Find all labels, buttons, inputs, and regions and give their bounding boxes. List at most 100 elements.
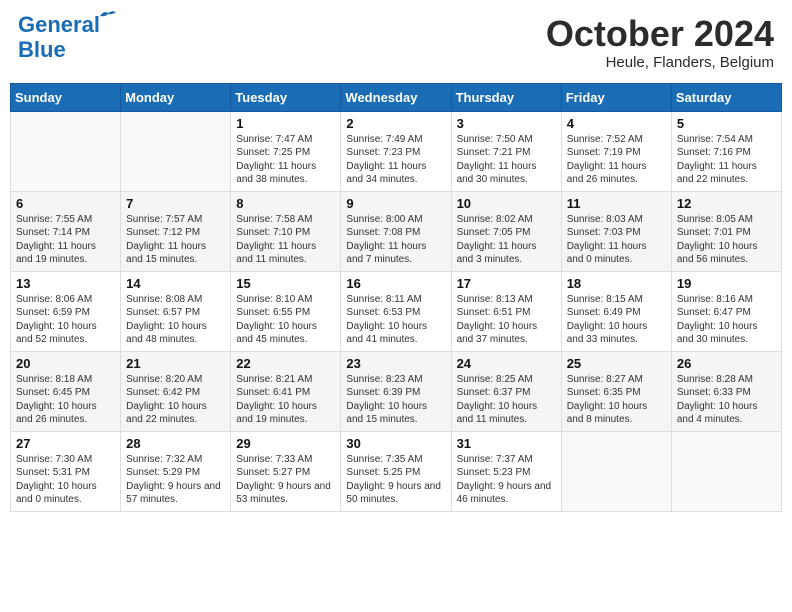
calendar-cell: 19Sunrise: 8:16 AM Sunset: 6:47 PM Dayli…	[671, 271, 781, 351]
calendar-cell: 11 Sunrise: 8:03 AM Sunset: 7:03 PM Dayli…	[561, 191, 671, 271]
logo-blue-text: Blue	[18, 39, 66, 61]
day-info: Sunrise: 7:35 AM Sunset: 5:25 PM Dayligh…	[346, 453, 445, 507]
calendar-cell: 24 Sunrise: 8:25 AM Sunset: 6:37 PM Dayli…	[451, 351, 561, 431]
day-info: Sunrise: 7:37 AM Sunset: 5:23 PM Dayligh…	[457, 453, 556, 507]
day-number: 30	[346, 436, 445, 451]
day-number: 11	[567, 196, 666, 211]
calendar-cell: 26 Sunrise: 8:28 AM Sunset: 6:33 PM Dayli…	[671, 351, 781, 431]
day-number: 29	[236, 436, 335, 451]
calendar-cell: 20 Sunrise: 8:18 AM Sunset: 6:45 PM Dayli…	[11, 351, 121, 431]
day-number: 4	[567, 116, 666, 131]
day-info: Sunrise: 7:55 AM Sunset: 7:14 PM Dayligh…	[16, 213, 115, 267]
calendar-cell: 23Sunrise: 8:23 AM Sunset: 6:39 PM Dayli…	[341, 351, 451, 431]
day-number: 28	[126, 436, 225, 451]
calendar-cell: 2Sunrise: 7:49 AM Sunset: 7:23 PM Daylig…	[341, 111, 451, 191]
day-info: Sunrise: 8:27 AM Sunset: 6:35 PM Dayligh…	[567, 373, 666, 427]
day-number: 1	[236, 116, 335, 131]
calendar-cell	[561, 431, 671, 511]
calendar-week-row: 27Sunrise: 7:30 AM Sunset: 5:31 PM Dayli…	[11, 431, 782, 511]
day-info: Sunrise: 7:54 AM Sunset: 7:16 PM Dayligh…	[677, 133, 776, 187]
day-number: 22	[236, 356, 335, 371]
calendar-cell	[11, 111, 121, 191]
day-number: 18	[567, 276, 666, 291]
logo-bird-icon	[98, 8, 118, 24]
calendar-cell: 7Sunrise: 7:57 AM Sunset: 7:12 PM Daylig…	[121, 191, 231, 271]
day-number: 25	[567, 356, 666, 371]
day-number: 15	[236, 276, 335, 291]
calendar-cell: 31 Sunrise: 7:37 AM Sunset: 5:23 PM Dayli…	[451, 431, 561, 511]
day-info: Sunrise: 8:15 AM Sunset: 6:49 PM Dayligh…	[567, 293, 666, 347]
day-info: Sunrise: 8:23 AM Sunset: 6:39 PM Dayligh…	[346, 373, 445, 427]
calendar-cell: 10Sunrise: 8:02 AM Sunset: 7:05 PM Dayli…	[451, 191, 561, 271]
weekday-header: Monday	[121, 83, 231, 111]
month-title: October 2024	[546, 14, 774, 54]
weekday-header: Thursday	[451, 83, 561, 111]
day-info: Sunrise: 8:21 AM Sunset: 6:41 PM Dayligh…	[236, 373, 335, 427]
weekday-header: Friday	[561, 83, 671, 111]
day-number: 31	[457, 436, 556, 451]
calendar-cell: 30 Sunrise: 7:35 AM Sunset: 5:25 PM Dayli…	[341, 431, 451, 511]
calendar-cell: 21 Sunrise: 8:20 AM Sunset: 6:42 PM Dayli…	[121, 351, 231, 431]
day-info: Sunrise: 8:05 AM Sunset: 7:01 PM Dayligh…	[677, 213, 776, 267]
day-number: 26	[677, 356, 776, 371]
calendar-cell: 17 Sunrise: 8:13 AM Sunset: 6:51 PM Dayli…	[451, 271, 561, 351]
calendar-week-row: 20 Sunrise: 8:18 AM Sunset: 6:45 PM Dayli…	[11, 351, 782, 431]
day-number: 6	[16, 196, 115, 211]
weekday-header: Sunday	[11, 83, 121, 111]
calendar-cell: 14 Sunrise: 8:08 AM Sunset: 6:57 PM Dayli…	[121, 271, 231, 351]
calendar-cell: 8 Sunrise: 7:58 AM Sunset: 7:10 PM Daylig…	[231, 191, 341, 271]
calendar-week-row: 1 Sunrise: 7:47 AM Sunset: 7:25 PM Daylig…	[11, 111, 782, 191]
day-info: Sunrise: 8:16 AM Sunset: 6:47 PM Dayligh…	[677, 293, 776, 347]
calendar-cell: 5 Sunrise: 7:54 AM Sunset: 7:16 PM Daylig…	[671, 111, 781, 191]
calendar-cell: 12 Sunrise: 8:05 AM Sunset: 7:01 PM Dayli…	[671, 191, 781, 271]
day-info: Sunrise: 7:30 AM Sunset: 5:31 PM Dayligh…	[16, 453, 115, 507]
day-number: 14	[126, 276, 225, 291]
day-info: Sunrise: 8:28 AM Sunset: 6:33 PM Dayligh…	[677, 373, 776, 427]
day-info: Sunrise: 8:11 AM Sunset: 6:53 PM Dayligh…	[346, 293, 445, 347]
logo-text: General	[18, 12, 100, 37]
page-header: General Blue October 2024 Heule, Flander…	[10, 10, 782, 75]
calendar-week-row: 13Sunrise: 8:06 AM Sunset: 6:59 PM Dayli…	[11, 271, 782, 351]
day-number: 8	[236, 196, 335, 211]
calendar-cell: 3Sunrise: 7:50 AM Sunset: 7:21 PM Daylig…	[451, 111, 561, 191]
day-info: Sunrise: 8:25 AM Sunset: 6:37 PM Dayligh…	[457, 373, 556, 427]
day-info: Sunrise: 8:03 AM Sunset: 7:03 PM Dayligh…	[567, 213, 666, 267]
day-info: Sunrise: 7:47 AM Sunset: 7:25 PM Dayligh…	[236, 133, 335, 187]
day-info: Sunrise: 7:33 AM Sunset: 5:27 PM Dayligh…	[236, 453, 335, 507]
calendar-week-row: 6 Sunrise: 7:55 AM Sunset: 7:14 PM Daylig…	[11, 191, 782, 271]
day-number: 10	[457, 196, 556, 211]
day-info: Sunrise: 7:32 AM Sunset: 5:29 PM Dayligh…	[126, 453, 225, 507]
calendar-cell	[671, 431, 781, 511]
day-info: Sunrise: 8:18 AM Sunset: 6:45 PM Dayligh…	[16, 373, 115, 427]
day-info: Sunrise: 8:00 AM Sunset: 7:08 PM Dayligh…	[346, 213, 445, 267]
day-info: Sunrise: 7:50 AM Sunset: 7:21 PM Dayligh…	[457, 133, 556, 187]
day-number: 17	[457, 276, 556, 291]
day-info: Sunrise: 8:13 AM Sunset: 6:51 PM Dayligh…	[457, 293, 556, 347]
day-info: Sunrise: 8:20 AM Sunset: 6:42 PM Dayligh…	[126, 373, 225, 427]
calendar-cell: 18 Sunrise: 8:15 AM Sunset: 6:49 PM Dayli…	[561, 271, 671, 351]
day-number: 21	[126, 356, 225, 371]
calendar-cell: 29 Sunrise: 7:33 AM Sunset: 5:27 PM Dayli…	[231, 431, 341, 511]
title-block: October 2024 Heule, Flanders, Belgium	[546, 14, 774, 71]
day-number: 12	[677, 196, 776, 211]
day-number: 9	[346, 196, 445, 211]
day-info: Sunrise: 8:10 AM Sunset: 6:55 PM Dayligh…	[236, 293, 335, 347]
weekday-header: Wednesday	[341, 83, 451, 111]
day-info: Sunrise: 7:52 AM Sunset: 7:19 PM Dayligh…	[567, 133, 666, 187]
day-number: 24	[457, 356, 556, 371]
calendar-table: SundayMondayTuesdayWednesdayThursdayFrid…	[10, 83, 782, 512]
calendar-cell: 25 Sunrise: 8:27 AM Sunset: 6:35 PM Dayli…	[561, 351, 671, 431]
day-number: 5	[677, 116, 776, 131]
calendar-cell: 28 Sunrise: 7:32 AM Sunset: 5:29 PM Dayli…	[121, 431, 231, 511]
calendar-cell: 16Sunrise: 8:11 AM Sunset: 6:53 PM Dayli…	[341, 271, 451, 351]
calendar-header-row: SundayMondayTuesdayWednesdayThursdayFrid…	[11, 83, 782, 111]
location: Heule, Flanders, Belgium	[546, 54, 774, 71]
calendar-cell: 27Sunrise: 7:30 AM Sunset: 5:31 PM Dayli…	[11, 431, 121, 511]
day-info: Sunrise: 8:08 AM Sunset: 6:57 PM Dayligh…	[126, 293, 225, 347]
weekday-header: Tuesday	[231, 83, 341, 111]
calendar-cell: 22 Sunrise: 8:21 AM Sunset: 6:41 PM Dayli…	[231, 351, 341, 431]
day-info: Sunrise: 8:06 AM Sunset: 6:59 PM Dayligh…	[16, 293, 115, 347]
calendar-cell: 1 Sunrise: 7:47 AM Sunset: 7:25 PM Daylig…	[231, 111, 341, 191]
day-number: 20	[16, 356, 115, 371]
day-info: Sunrise: 7:58 AM Sunset: 7:10 PM Dayligh…	[236, 213, 335, 267]
